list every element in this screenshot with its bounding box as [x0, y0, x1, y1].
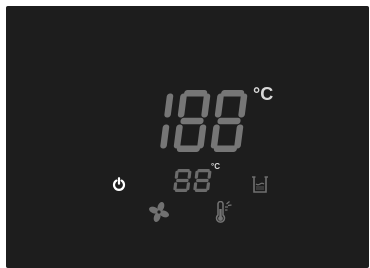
digit-segment: [201, 93, 211, 118]
thermometer-icon[interactable]: [213, 201, 233, 225]
digit-segment: [210, 124, 220, 149]
digit-segment: [186, 182, 191, 191]
main-temperature-unit: °C: [253, 84, 274, 104]
digit-segment: [214, 93, 224, 118]
digit-segment: [180, 117, 204, 125]
secondary-temperature-display: [173, 169, 212, 192]
seven-segment-digit: [173, 169, 192, 192]
secondary-temperature-unit: °C: [211, 162, 220, 171]
water-level-icon[interactable]: [251, 175, 269, 195]
digit-segment: [160, 124, 170, 149]
digit-segment: [174, 170, 179, 179]
digit-segment: [234, 124, 244, 149]
digit-segment: [177, 93, 187, 118]
digit-segment: [194, 188, 208, 192]
digit-segment: [177, 169, 190, 173]
digit-segment: [194, 170, 199, 179]
digit-segment: [184, 90, 208, 97]
digit-segment: [196, 178, 209, 183]
digit-segment: [164, 93, 174, 118]
fan-icon[interactable]: [148, 201, 170, 223]
main-temperature-display: [160, 90, 248, 152]
control-panel-screen: °C °C: [6, 6, 369, 268]
seven-segment-digit: [160, 93, 174, 149]
digit-segment: [176, 178, 189, 183]
digit-segment: [206, 182, 211, 191]
digit-segment: [197, 124, 207, 149]
digit-segment: [217, 117, 241, 125]
seven-segment-digit: [173, 90, 211, 152]
digit-segment: [173, 124, 183, 149]
digit-segment: [221, 90, 245, 97]
digit-segment: [238, 93, 248, 118]
power-icon[interactable]: [112, 177, 126, 191]
digit-segment: [176, 145, 200, 152]
seven-segment-digit: [193, 169, 212, 192]
digit-segment: [197, 169, 210, 173]
digit-segment: [174, 188, 188, 192]
digit-segment: [213, 145, 237, 152]
seven-segment-digit: [210, 90, 248, 152]
